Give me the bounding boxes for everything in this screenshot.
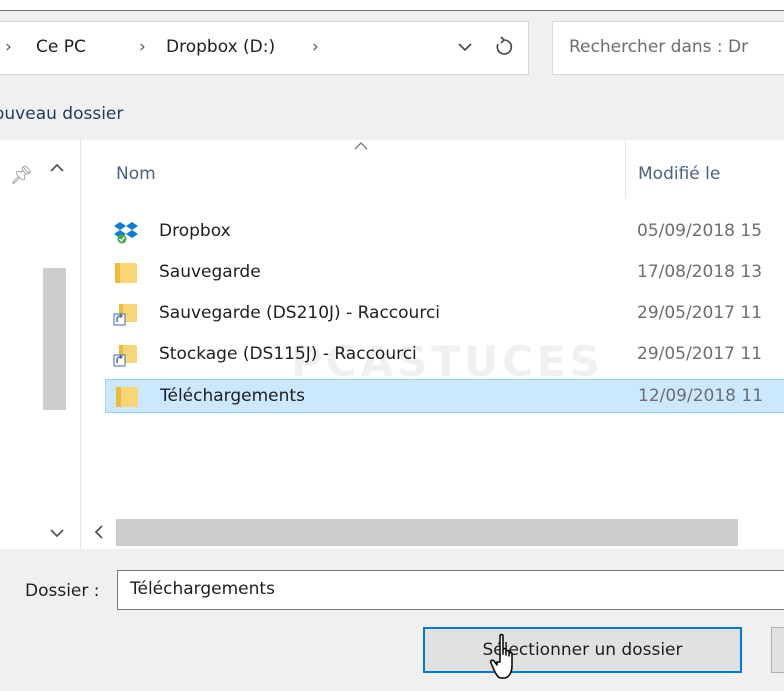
file-name: Dropbox xyxy=(159,221,231,241)
chevron-down-icon[interactable] xyxy=(454,34,476,60)
folder-input[interactable] xyxy=(130,579,784,599)
file-name: Sauvegarde (DS210J) - Raccourci xyxy=(159,303,441,323)
new-folder-button[interactable]: ouveau dossier xyxy=(0,104,123,124)
list-item[interactable]: Sauvegarde (DS210J) - Raccourci 29/05/20… xyxy=(105,297,784,331)
folder-field[interactable] xyxy=(117,570,784,610)
folder-icon xyxy=(116,387,138,407)
cancel-button[interactable] xyxy=(771,627,784,673)
search-box[interactable] xyxy=(552,21,784,75)
pin-icon: 📌︎ xyxy=(10,165,33,186)
hand-cursor-icon xyxy=(490,633,513,679)
list-item[interactable]: Stockage (DS115J) - Raccourci 29/05/2017… xyxy=(105,338,784,372)
scroll-up-icon[interactable] xyxy=(47,158,67,178)
list-item[interactable]: Sauvegarde 17/08/2018 13 xyxy=(105,256,784,290)
breadcrumb-dropbox[interactable]: Dropbox (D:) xyxy=(166,37,275,57)
search-input[interactable] xyxy=(569,37,784,57)
list-item-selected[interactable]: Téléchargements 12/09/2018 11 xyxy=(105,379,784,413)
file-date: 12/09/2018 11 xyxy=(638,386,764,406)
file-name: Sauvegarde xyxy=(159,262,261,282)
file-date: 05/09/2018 15 xyxy=(637,221,763,241)
sort-ascending-icon xyxy=(354,142,368,150)
column-header-date[interactable]: Modifié le xyxy=(638,164,720,184)
file-date: 17/08/2018 13 xyxy=(637,262,763,282)
folder-icon xyxy=(115,263,137,283)
list-item[interactable]: Dropbox 05/09/2018 15 xyxy=(105,215,784,249)
folder-label: Dossier : xyxy=(25,581,100,601)
file-date: 29/05/2017 11 xyxy=(637,303,763,323)
window-top-border xyxy=(0,0,784,11)
file-date: 29/05/2017 11 xyxy=(637,344,763,364)
breadcrumb-ce-pc[interactable]: Ce PC xyxy=(36,37,86,57)
scroll-left-icon[interactable] xyxy=(89,522,109,542)
refresh-icon[interactable] xyxy=(491,34,517,60)
file-list[interactable]: Nom Modifié le PCASTUCES Dropbox 05/09/2… xyxy=(81,140,784,549)
select-folder-button[interactable]: Sélectionner un dossier xyxy=(423,627,742,673)
navigation-pane[interactable]: 📌︎ xyxy=(0,140,80,549)
dropbox-icon xyxy=(114,222,138,244)
breadcrumb-separator: › xyxy=(5,37,12,57)
address-bar[interactable]: › Ce PC › Dropbox (D:) › xyxy=(0,21,529,75)
folder-shortcut-icon xyxy=(113,345,137,367)
file-name: Téléchargements xyxy=(160,386,305,406)
breadcrumb-separator[interactable]: › xyxy=(139,37,146,57)
folder-shortcut-icon xyxy=(113,304,137,326)
column-header-name[interactable]: Nom xyxy=(116,164,156,184)
breadcrumb-separator[interactable]: › xyxy=(312,37,319,57)
column-divider[interactable] xyxy=(625,140,626,198)
horizontal-scrollbar-thumb[interactable] xyxy=(116,519,738,546)
scroll-down-icon[interactable] xyxy=(47,523,67,543)
vertical-scrollbar-thumb[interactable] xyxy=(43,268,66,410)
file-name: Stockage (DS115J) - Raccourci xyxy=(159,344,417,364)
